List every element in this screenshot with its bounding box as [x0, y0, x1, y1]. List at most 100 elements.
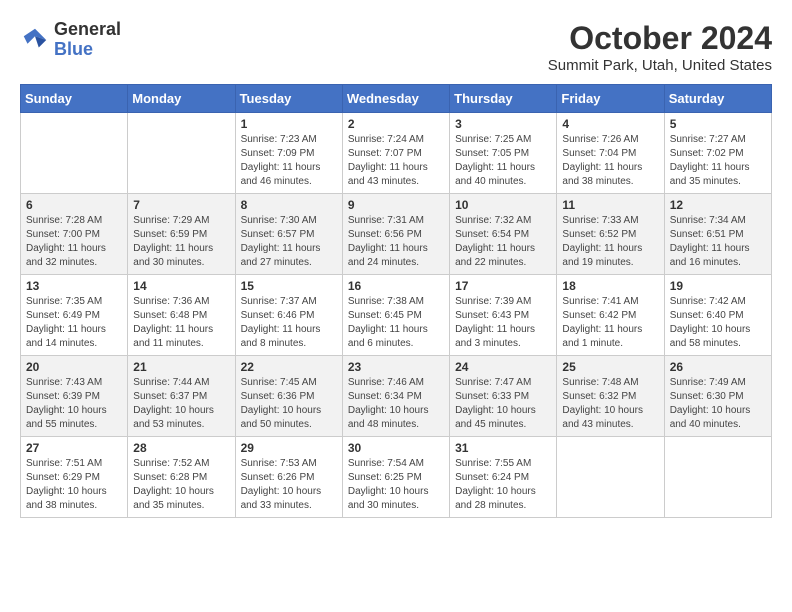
day-info: Sunrise: 7:25 AM Sunset: 7:05 PM Dayligh…	[455, 133, 551, 189]
calendar-day-cell: 7 Sunrise: 7:29 AM Sunset: 6:59 PM Daylig…	[128, 194, 235, 275]
calendar-day-cell: 28 Sunrise: 7:52 AM Sunset: 6:28 PM Dayli…	[128, 437, 235, 518]
title-block: October 2024 Summit Park, Utah, United S…	[548, 20, 772, 74]
calendar-day-cell: 8 Sunrise: 7:30 AM Sunset: 6:57 PM Daylig…	[235, 194, 342, 275]
day-info: Sunrise: 7:54 AM Sunset: 6:25 PM Dayligh…	[348, 457, 444, 513]
day-info: Sunrise: 7:23 AM Sunset: 7:09 PM Dayligh…	[241, 133, 337, 189]
day-info: Sunrise: 7:35 AM Sunset: 6:49 PM Dayligh…	[26, 295, 122, 351]
day-number: 16	[348, 279, 444, 293]
day-info: Sunrise: 7:33 AM Sunset: 6:52 PM Dayligh…	[562, 214, 658, 270]
day-info: Sunrise: 7:41 AM Sunset: 6:42 PM Dayligh…	[562, 295, 658, 351]
day-number: 4	[562, 117, 658, 131]
day-info: Sunrise: 7:53 AM Sunset: 6:26 PM Dayligh…	[241, 457, 337, 513]
day-number: 28	[133, 441, 229, 455]
day-number: 11	[562, 198, 658, 212]
calendar-week-row: 20Sunrise: 7:43 AM Sunset: 6:39 PM Dayli…	[21, 356, 772, 437]
calendar-week-row: 13 Sunrise: 7:35 AM Sunset: 6:49 PM Dayli…	[21, 275, 772, 356]
calendar-header-row: SundayMondayTuesdayWednesdayThursdayFrid…	[21, 85, 772, 113]
calendar-day-cell	[128, 113, 235, 194]
day-info: Sunrise: 7:47 AM Sunset: 6:33 PM Dayligh…	[455, 376, 551, 432]
day-info: Sunrise: 7:48 AM Sunset: 6:32 PM Dayligh…	[562, 376, 658, 432]
calendar-day-cell: 13 Sunrise: 7:35 AM Sunset: 6:49 PM Dayli…	[21, 275, 128, 356]
day-number: 27	[26, 441, 122, 455]
calendar-day-cell: 21 Sunrise: 7:44 AM Sunset: 6:37 PM Dayli…	[128, 356, 235, 437]
day-number: 14	[133, 279, 229, 293]
day-number: 17	[455, 279, 551, 293]
day-number: 13	[26, 279, 122, 293]
calendar-day-cell: 2 Sunrise: 7:24 AM Sunset: 7:07 PM Daylig…	[342, 113, 449, 194]
day-info: Sunrise: 7:28 AM Sunset: 7:00 PM Dayligh…	[26, 214, 122, 270]
day-number: 2	[348, 117, 444, 131]
calendar-day-cell: 5 Sunrise: 7:27 AM Sunset: 7:02 PM Daylig…	[664, 113, 771, 194]
day-info: Sunrise: 7:51 AM Sunset: 6:29 PM Dayligh…	[26, 457, 122, 513]
calendar-day-cell: 29Sunrise: 7:53 AM Sunset: 6:26 PM Dayli…	[235, 437, 342, 518]
calendar-day-cell: 31 Sunrise: 7:55 AM Sunset: 6:24 PM Dayli…	[450, 437, 557, 518]
day-number: 31	[455, 441, 551, 455]
day-number: 7	[133, 198, 229, 212]
day-number: 8	[241, 198, 337, 212]
calendar-day-cell: 17Sunrise: 7:39 AM Sunset: 6:43 PM Dayli…	[450, 275, 557, 356]
calendar-day-cell: 20Sunrise: 7:43 AM Sunset: 6:39 PM Dayli…	[21, 356, 128, 437]
day-number: 18	[562, 279, 658, 293]
day-info: Sunrise: 7:31 AM Sunset: 6:56 PM Dayligh…	[348, 214, 444, 270]
day-number: 30	[348, 441, 444, 455]
day-info: Sunrise: 7:30 AM Sunset: 6:57 PM Dayligh…	[241, 214, 337, 270]
day-number: 22	[241, 360, 337, 374]
calendar-day-cell: 12 Sunrise: 7:34 AM Sunset: 6:51 PM Dayli…	[664, 194, 771, 275]
calendar-day-cell: 15 Sunrise: 7:37 AM Sunset: 6:46 PM Dayli…	[235, 275, 342, 356]
page-title: October 2024	[548, 20, 772, 57]
calendar-day-cell: 6 Sunrise: 7:28 AM Sunset: 7:00 PM Daylig…	[21, 194, 128, 275]
day-info: Sunrise: 7:36 AM Sunset: 6:48 PM Dayligh…	[133, 295, 229, 351]
day-info: Sunrise: 7:49 AM Sunset: 6:30 PM Dayligh…	[670, 376, 766, 432]
logo-text: General Blue	[54, 20, 121, 60]
calendar-day-cell	[557, 437, 664, 518]
calendar-day-cell: 25Sunrise: 7:48 AM Sunset: 6:32 PM Dayli…	[557, 356, 664, 437]
day-info: Sunrise: 7:43 AM Sunset: 6:39 PM Dayligh…	[26, 376, 122, 432]
day-number: 10	[455, 198, 551, 212]
logo: General Blue	[20, 20, 121, 60]
day-info: Sunrise: 7:29 AM Sunset: 6:59 PM Dayligh…	[133, 214, 229, 270]
weekday-header: Thursday	[450, 85, 557, 113]
weekday-header: Friday	[557, 85, 664, 113]
calendar-day-cell	[21, 113, 128, 194]
day-number: 19	[670, 279, 766, 293]
weekday-header: Sunday	[21, 85, 128, 113]
calendar-day-cell: 24 Sunrise: 7:47 AM Sunset: 6:33 PM Dayli…	[450, 356, 557, 437]
calendar-day-cell: 26Sunrise: 7:49 AM Sunset: 6:30 PM Dayli…	[664, 356, 771, 437]
day-number: 5	[670, 117, 766, 131]
day-info: Sunrise: 7:42 AM Sunset: 6:40 PM Dayligh…	[670, 295, 766, 351]
day-info: Sunrise: 7:44 AM Sunset: 6:37 PM Dayligh…	[133, 376, 229, 432]
day-info: Sunrise: 7:55 AM Sunset: 6:24 PM Dayligh…	[455, 457, 551, 513]
calendar-day-cell: 4Sunrise: 7:26 AM Sunset: 7:04 PM Daylig…	[557, 113, 664, 194]
calendar-day-cell: 3Sunrise: 7:25 AM Sunset: 7:05 PM Daylig…	[450, 113, 557, 194]
day-info: Sunrise: 7:27 AM Sunset: 7:02 PM Dayligh…	[670, 133, 766, 189]
day-info: Sunrise: 7:45 AM Sunset: 6:36 PM Dayligh…	[241, 376, 337, 432]
day-number: 9	[348, 198, 444, 212]
calendar-day-cell: 23 Sunrise: 7:46 AM Sunset: 6:34 PM Dayli…	[342, 356, 449, 437]
calendar-week-row: 27 Sunrise: 7:51 AM Sunset: 6:29 PM Dayli…	[21, 437, 772, 518]
weekday-header: Tuesday	[235, 85, 342, 113]
day-number: 6	[26, 198, 122, 212]
calendar-table: SundayMondayTuesdayWednesdayThursdayFrid…	[20, 84, 772, 518]
day-info: Sunrise: 7:46 AM Sunset: 6:34 PM Dayligh…	[348, 376, 444, 432]
day-info: Sunrise: 7:38 AM Sunset: 6:45 PM Dayligh…	[348, 295, 444, 351]
calendar-day-cell: 22 Sunrise: 7:45 AM Sunset: 6:36 PM Dayli…	[235, 356, 342, 437]
day-info: Sunrise: 7:52 AM Sunset: 6:28 PM Dayligh…	[133, 457, 229, 513]
day-number: 21	[133, 360, 229, 374]
logo-icon	[20, 25, 50, 55]
page-header: General Blue October 2024 Summit Park, U…	[20, 20, 772, 74]
calendar-day-cell: 27 Sunrise: 7:51 AM Sunset: 6:29 PM Dayli…	[21, 437, 128, 518]
calendar-day-cell: 10 Sunrise: 7:32 AM Sunset: 6:54 PM Dayli…	[450, 194, 557, 275]
day-info: Sunrise: 7:34 AM Sunset: 6:51 PM Dayligh…	[670, 214, 766, 270]
calendar-week-row: 1Sunrise: 7:23 AM Sunset: 7:09 PM Daylig…	[21, 113, 772, 194]
calendar-day-cell: 18 Sunrise: 7:41 AM Sunset: 6:42 PM Dayli…	[557, 275, 664, 356]
day-number: 23	[348, 360, 444, 374]
day-info: Sunrise: 7:32 AM Sunset: 6:54 PM Dayligh…	[455, 214, 551, 270]
day-info: Sunrise: 7:37 AM Sunset: 6:46 PM Dayligh…	[241, 295, 337, 351]
day-number: 24	[455, 360, 551, 374]
calendar-day-cell: 19 Sunrise: 7:42 AM Sunset: 6:40 PM Dayli…	[664, 275, 771, 356]
day-info: Sunrise: 7:24 AM Sunset: 7:07 PM Dayligh…	[348, 133, 444, 189]
day-number: 12	[670, 198, 766, 212]
calendar-day-cell: 1Sunrise: 7:23 AM Sunset: 7:09 PM Daylig…	[235, 113, 342, 194]
weekday-header: Monday	[128, 85, 235, 113]
day-number: 15	[241, 279, 337, 293]
